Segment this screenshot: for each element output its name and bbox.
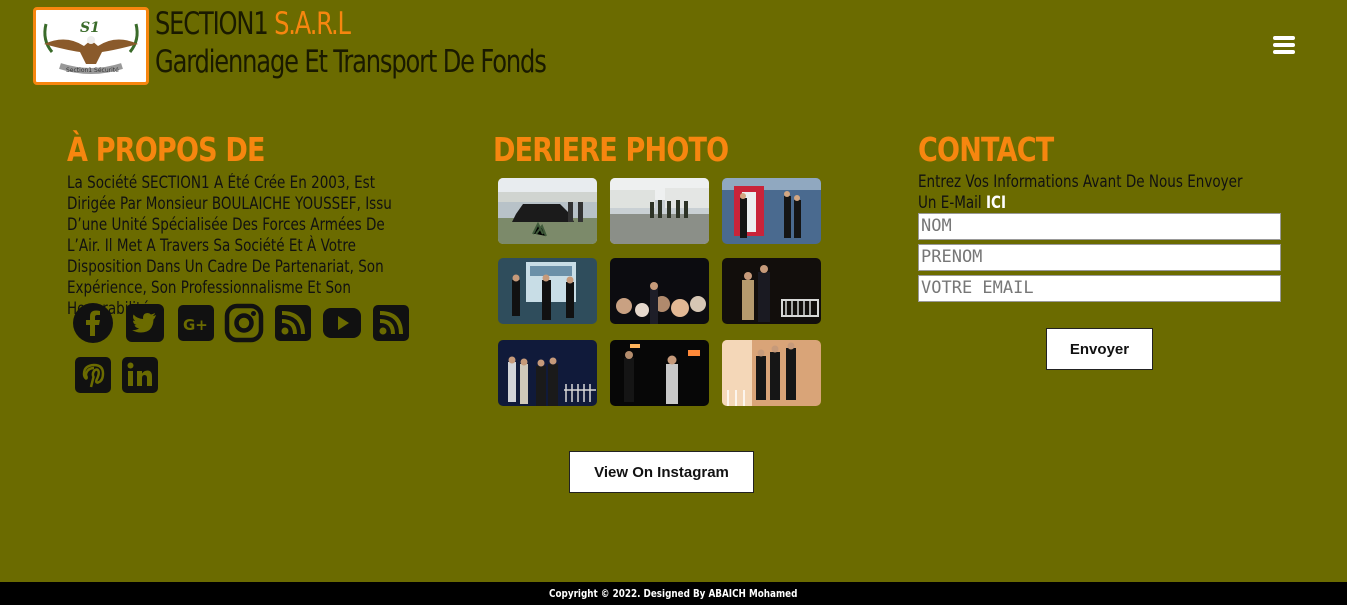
firstname-field[interactable] xyxy=(918,244,1281,271)
about-text: La Société SECTION1 A Été Crée En 2003, … xyxy=(67,173,392,318)
brand-tagline: Gardiennage Et Transport De Fonds xyxy=(155,44,547,80)
email-field[interactable] xyxy=(918,275,1281,302)
facebook-icon[interactable] xyxy=(72,302,114,344)
logo[interactable]: S1 Section1 Sécurité xyxy=(33,7,149,85)
about-title: À PROPOS DE xyxy=(67,130,266,169)
gallery-photo[interactable] xyxy=(722,258,821,324)
contact-title: CONTACT xyxy=(918,130,1054,169)
gallery-photo[interactable] xyxy=(722,178,821,244)
brand: SECTION1 S.A.R.L Gardiennage Et Transpor… xyxy=(155,5,656,81)
name-field[interactable] xyxy=(918,213,1281,240)
brand-name: SECTION1 S.A.R.L xyxy=(155,6,351,42)
gallery-photo[interactable] xyxy=(498,258,597,324)
instagram-icon[interactable] xyxy=(223,302,265,344)
gallery-photo[interactable] xyxy=(722,340,821,406)
footer: Copyright © 2022. Designed By ABAICH Moh… xyxy=(0,582,1347,605)
hamburger-icon[interactable] xyxy=(1273,36,1295,55)
gallery-photo[interactable] xyxy=(610,340,709,406)
svg-text:Section1 Sécurité: Section1 Sécurité xyxy=(66,67,119,74)
gallery-photo[interactable] xyxy=(610,258,709,324)
logo-eagle-icon: S1 Section1 Sécurité xyxy=(43,20,139,74)
contact-text: Entrez Vos Informations Avant De Nous En… xyxy=(918,171,1262,213)
send-button[interactable]: Envoyer xyxy=(1046,328,1153,370)
gallery-photo[interactable] xyxy=(498,340,597,406)
contact-link[interactable]: ICI xyxy=(986,193,1006,212)
pinterest-icon[interactable] xyxy=(72,354,114,396)
gallery-title: DERIERE PHOTO xyxy=(493,130,729,169)
linkedin-icon[interactable] xyxy=(119,354,161,396)
google-plus-icon[interactable]: G+ xyxy=(175,302,217,344)
youtube-icon[interactable] xyxy=(321,302,363,344)
gallery-photo[interactable] xyxy=(610,178,709,244)
gallery-photo[interactable] xyxy=(498,178,597,244)
rss-icon[interactable] xyxy=(370,302,412,344)
brand-suffix: S.A.R.L xyxy=(274,6,351,42)
svg-text:S1: S1 xyxy=(80,20,100,36)
twitter-icon[interactable] xyxy=(124,302,166,344)
copyright-text: Copyright © 2022. Designed By ABAICH Moh… xyxy=(549,587,798,600)
svg-text:G+: G+ xyxy=(183,316,208,334)
view-on-instagram-button[interactable]: View On Instagram xyxy=(569,451,754,493)
rss-icon[interactable] xyxy=(272,302,314,344)
contact-description: Entrez Vos Informations Avant De Nous En… xyxy=(918,172,1243,212)
